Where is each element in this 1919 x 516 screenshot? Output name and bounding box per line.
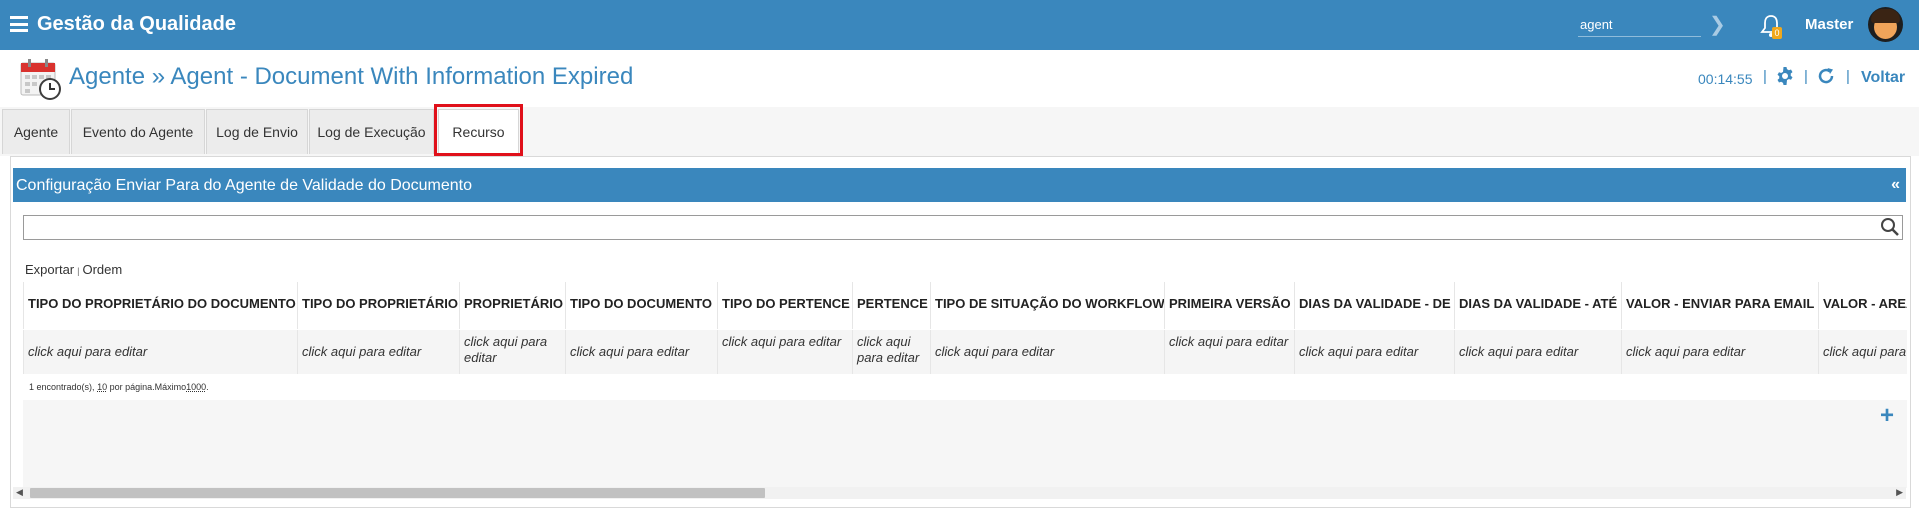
search-icon[interactable] [1880,217,1900,242]
column-header[interactable]: TIPO DO PERTENCE [717,282,852,329]
separator: | [1804,68,1808,85]
table-cell[interactable]: click aqui para editar [1454,330,1621,374]
table-cell[interactable]: click aqui para editar [1818,330,1907,374]
table-cell[interactable]: click aqui para editar [23,330,297,374]
gear-icon[interactable] [1776,67,1794,90]
panel-title: Configuração Enviar Para do Agente de Va… [16,177,473,194]
column-header[interactable]: DIAS DA VALIDADE - ATÉ [1454,282,1621,329]
notification-badge: 0 [1772,27,1782,39]
collapse-button[interactable]: « [1891,176,1900,194]
user-name[interactable]: Master [1805,16,1853,33]
session-timer: 00:14:55 [1698,71,1753,87]
separator: | [1763,68,1767,85]
table-cell[interactable]: click aqui para editar [930,330,1164,374]
table-cell[interactable]: click aqui para editar [1164,330,1294,374]
table-cell[interactable]: click aqui para editar [1621,330,1818,374]
refresh-icon[interactable] [1817,67,1835,90]
export-link[interactable]: Exportar [25,262,74,277]
max-value[interactable]: 1000 [186,382,206,392]
panel-header: Configuração Enviar Para do Agente de Va… [13,168,1906,202]
scrollbar-thumb[interactable] [30,488,765,498]
footer-end: . [206,382,209,392]
column-header[interactable]: PROPRIETÁRIO [459,282,565,329]
table-cell[interactable]: click aqui para editar [459,330,565,374]
tab-log-de-envio[interactable]: Log de Envio [206,109,308,154]
pagination-info: 1 encontrado(s), 10 por página.Máximo100… [29,382,209,392]
plus-icon[interactable]: + [1880,402,1894,430]
top-bar: Gestão da Qualidade ❯ 0 Master [0,0,1919,50]
data-grid: TIPO DO PROPRIETÁRIO DO DOCUMENTO TIPO D… [23,282,1907,400]
table-cell[interactable]: click aqui para editar [852,330,930,374]
tab-agente[interactable]: Agente [2,109,70,154]
table-cell[interactable]: click aqui para editar [1294,330,1454,374]
column-header[interactable]: TIPO DO PROPRIETÁRIO [297,282,459,329]
per-page-value[interactable]: 10 [97,382,107,392]
hamburger-icon[interactable] [10,16,28,32]
search-input[interactable] [1578,12,1701,37]
filter-input[interactable] [23,215,1903,240]
column-header[interactable]: TIPO DO PROPRIETÁRIO DO DOCUMENTO [23,282,297,329]
per-page-label: por página.Máximo [109,382,187,392]
grid-empty-area [23,400,1907,488]
link-separator: | [77,266,80,276]
table-cell[interactable]: click aqui para editar [297,330,459,374]
bell-icon[interactable]: 0 [1760,14,1782,39]
horizontal-scrollbar[interactable]: ◀ ▶ [13,487,1906,499]
column-header[interactable]: DIAS DA VALIDADE - DE [1294,282,1454,329]
column-header[interactable]: VALOR - ENVIAR PARA EMAIL [1621,282,1818,329]
table-cell[interactable]: click aqui para editar [717,330,852,374]
pagination-row: 1 encontrado(s), 10 por página.Máximo100… [23,374,1907,400]
calendar-clock-icon [20,57,62,101]
table-cell[interactable]: click aqui para editar [565,330,717,374]
scroll-left-icon[interactable]: ◀ [16,487,23,498]
chevron-right-icon[interactable]: ❯ [1709,12,1726,37]
app-title: Gestão da Qualidade [37,13,236,35]
tab-log-de-execucao[interactable]: Log de Execução [309,109,434,154]
scroll-right-icon[interactable]: ▶ [1896,487,1903,498]
column-header[interactable]: PERTENCE [852,282,930,329]
column-header[interactable]: TIPO DE SITUAÇÃO DO WORKFLOW [930,282,1164,329]
order-link[interactable]: Ordem [82,262,122,277]
tab-evento-do-agente[interactable]: Evento do Agente [71,109,205,154]
column-header[interactable]: VALOR - AREA [1818,282,1907,329]
page-title: Agente » Agent - Document With Informati… [69,63,634,90]
grid-actions: Exportar | Ordem [25,262,122,277]
records-found: 1 encontrado(s), [29,382,95,392]
avatar[interactable] [1868,7,1903,42]
column-header[interactable]: PRIMEIRA VERSÃO [1164,282,1294,329]
back-button[interactable]: Voltar [1861,69,1905,87]
column-header[interactable]: TIPO DO DOCUMENTO [565,282,717,329]
highlight-box [434,104,523,156]
separator: | [1846,68,1850,85]
